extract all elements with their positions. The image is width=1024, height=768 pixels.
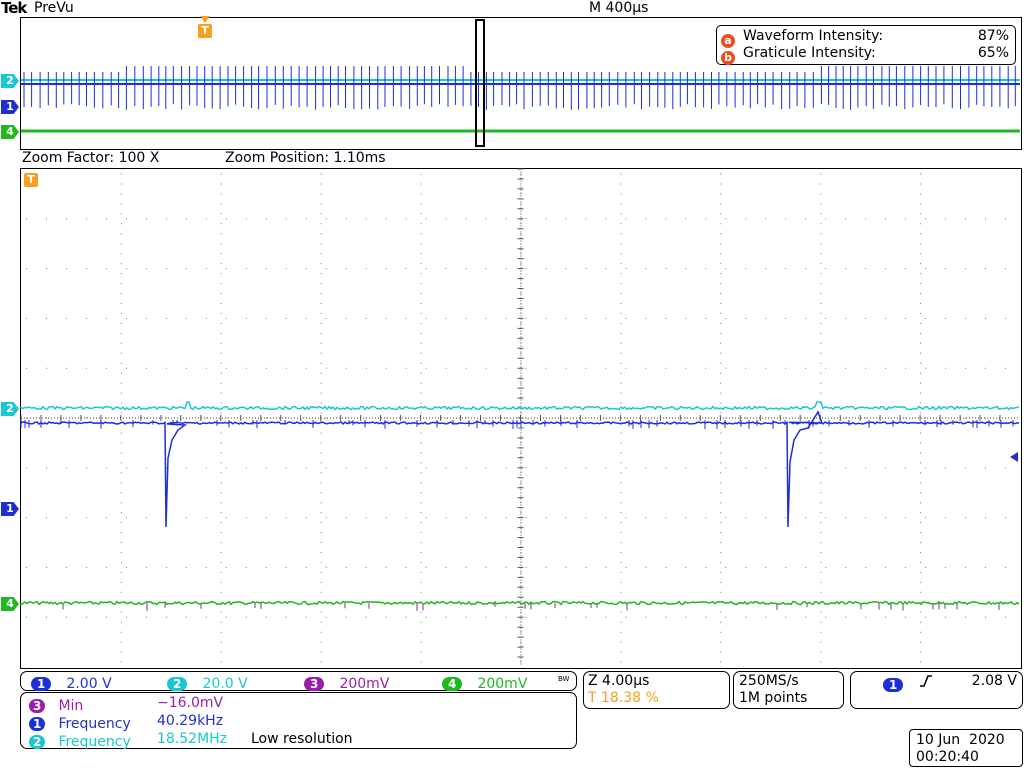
ch1-badge: 1 <box>31 677 52 691</box>
acquisition-panel[interactable]: 250MS/s 1M points <box>733 671 844 709</box>
measurement-row[interactable]: 1 Frequency <box>29 713 131 732</box>
meas3-value: 18.52MHz <box>157 731 228 747</box>
intensity-panel[interactable]: a Waveform Intensity: 87% b Graticule In… <box>716 25 1016 65</box>
record-length: 1M points <box>739 690 808 706</box>
graticule-center-lines <box>21 168 1018 665</box>
graticule-center-ticks <box>20 168 1001 658</box>
ch4-scale: 200mV <box>477 676 528 692</box>
ch1-waveform <box>20 410 1020 528</box>
trigger-arrow-icon <box>200 16 210 23</box>
waveform-intensity-value: 87% <box>977 28 1009 44</box>
trigger-position-marker-overview[interactable]: T <box>198 24 212 38</box>
ch3-scale: 200mV <box>339 676 390 692</box>
ch1-scale-readout[interactable]: 1 2.00 V <box>31 673 112 692</box>
meas1-value: −16.0mV <box>157 695 224 711</box>
horizontal-zoom-panel[interactable]: Z 4.00µs T 18.38 % <box>583 671 730 709</box>
trigger-position-readout: T 18.38 % <box>588 690 659 706</box>
meas2-source-badge: 1 <box>29 717 46 731</box>
bandwidth-limit-flag: BW <box>558 675 570 683</box>
key-b-icon: b <box>721 51 735 65</box>
ch4-scale-readout[interactable]: 4 200mV <box>442 673 527 692</box>
graticule-intensity-row[interactable]: b <box>721 46 735 65</box>
meas3-note: Low resolution <box>251 731 353 747</box>
meas1-source-badge: 3 <box>29 699 46 713</box>
ch4-badge: 4 <box>442 677 463 691</box>
ch3-waveform <box>62 603 1000 611</box>
graticule-intensity-label: Graticule Intensity: <box>743 45 876 61</box>
datetime-panel: 10 Jun 2020 00:20:40 <box>909 729 1023 767</box>
measurement-row[interactable]: 2 Frequency <box>29 731 131 750</box>
meas1-name: Min <box>58 698 84 714</box>
trigger-level: 2.08 V <box>971 673 1017 689</box>
rising-edge-icon <box>919 674 933 688</box>
waveform-intensity-label: Waveform Intensity: <box>743 28 884 44</box>
trigger-level-arrow-icon[interactable] <box>1010 452 1018 462</box>
ch4-waveform <box>20 600 1020 606</box>
meas3-source-badge: 2 <box>29 735 46 749</box>
ch2-scale-readout[interactable]: 2 20.0 V <box>167 673 248 692</box>
ch2-scale: 20.0 V <box>202 676 248 692</box>
ch2-badge: 2 <box>167 677 188 691</box>
ch3-badge: 3 <box>304 677 325 691</box>
meas3-name: Frequency <box>58 734 131 750</box>
date: 10 Jun 2020 <box>916 732 1005 748</box>
zoom-position[interactable]: Zoom Position: 1.10ms <box>225 150 386 166</box>
zoom-factor[interactable]: Zoom Factor: 100 X <box>22 150 159 166</box>
measurement-row[interactable]: 3 Min <box>29 695 83 714</box>
trigger-source-badge: 1 <box>883 678 904 692</box>
channel-scale-bar: 1 2.00 V 2 20.0 V 3 200mV 4 200mV BW <box>20 671 577 692</box>
measurement-panel[interactable]: 3 Min −16.0mV 1 Frequency 40.29kHz 2 Fre… <box>20 692 577 750</box>
graticule-intensity-value: 65% <box>977 45 1009 61</box>
ch3-scale-readout[interactable]: 3 200mV <box>304 673 389 692</box>
zoom-time-scale: Z 4.00µs <box>588 673 650 689</box>
sample-rate: 250MS/s <box>739 673 799 689</box>
trigger-position-marker[interactable]: T <box>24 173 38 187</box>
time: 00:20:40 <box>916 749 979 765</box>
trigger-panel[interactable]: 1 2.08 V <box>850 671 1023 709</box>
meas2-value: 40.29kHz <box>157 713 224 729</box>
ch1-overview-pulses <box>23 66 1016 110</box>
waveform-canvas <box>20 19 1020 665</box>
meas2-name: Frequency <box>58 716 131 732</box>
ch1-scale: 2.00 V <box>66 676 112 692</box>
